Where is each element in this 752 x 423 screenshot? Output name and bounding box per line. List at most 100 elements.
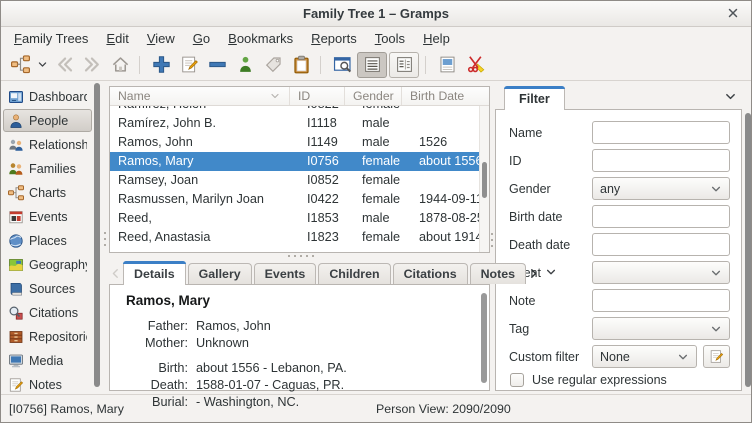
menu-family-trees[interactable]: Family Trees [5, 29, 97, 48]
cell-gender: male [362, 211, 390, 225]
sidebar-scrollbar[interactable] [94, 83, 100, 392]
dashboard-icon [8, 89, 24, 105]
column-header-birth-date[interactable]: Birth Date [401, 87, 479, 105]
tab-filter[interactable]: Filter [504, 86, 565, 110]
cell-id: I1853 [307, 211, 339, 225]
sidebar-item-label: Sources [29, 281, 76, 296]
cell-name: Reed, Anastasia [118, 230, 211, 244]
sidebar-item-geography[interactable]: Geography [3, 253, 92, 276]
filter-birth-date-label: Birth date [509, 209, 563, 224]
scrollbar-thumb[interactable] [94, 83, 100, 387]
tabs-menu-button[interactable] [545, 266, 557, 280]
titlebar[interactable]: Family Tree 1 – Gramps [1, 1, 751, 27]
fact-label: Birth: [158, 361, 188, 375]
forward-button[interactable] [79, 52, 105, 78]
tag-button[interactable] [260, 52, 286, 78]
sidebar-item-citations[interactable]: Citations [3, 301, 92, 324]
table-row[interactable]: Reed, I1853 male 1878-08-25 [110, 209, 489, 228]
grouped-view-toggle[interactable] [389, 51, 426, 78]
clipboard-button[interactable] [288, 52, 321, 78]
menu-tools[interactable]: Tools [366, 29, 414, 48]
tab-gallery[interactable]: Gallery [187, 263, 252, 284]
filter-collapse-button[interactable] [723, 90, 737, 104]
configure-view-button[interactable] [329, 52, 355, 78]
sidebar-item-charts[interactable]: Charts [3, 181, 92, 204]
edit-person-button[interactable] [176, 52, 202, 78]
sidebar-item-relationships[interactable]: Relationships [3, 133, 92, 156]
menu-edit[interactable]: Edit [97, 29, 137, 48]
menu-reports[interactable]: Reports [302, 29, 366, 48]
table-row[interactable]: Ramírez, Helen I0822 female [110, 106, 489, 114]
filter-gender-label: Gender [509, 181, 551, 196]
table-scrollbar[interactable] [479, 106, 489, 252]
sidebar-item-notes[interactable]: Notes [3, 373, 92, 396]
scrollbar-thumb[interactable] [745, 113, 751, 387]
filter-note-input[interactable] [592, 289, 730, 312]
filter-gender-select[interactable]: any [592, 177, 730, 200]
sidebar-item-places[interactable]: Places [3, 229, 92, 252]
table-row[interactable]: Reed, Anastasia I1823 female about 1914 [110, 228, 489, 247]
sidebar-item-media[interactable]: Media [3, 349, 92, 372]
back-button[interactable] [51, 52, 77, 78]
remove-person-button[interactable] [204, 52, 230, 78]
merge-person-button[interactable] [232, 52, 258, 78]
people-icon [8, 113, 24, 129]
filter-custom-filter-select[interactable]: None [592, 345, 697, 368]
sidebar-item-sources[interactable]: Sources [3, 277, 92, 300]
menu-go[interactable]: Go [184, 29, 219, 48]
tabs-scroll-right-button[interactable] [528, 265, 539, 282]
menu-bookmarks[interactable]: Bookmarks [219, 29, 302, 48]
regex-checkbox[interactable] [510, 373, 524, 387]
filter-scrollbar[interactable] [744, 111, 751, 390]
add-person-button[interactable] [148, 52, 174, 78]
tab-children[interactable]: Children [318, 263, 391, 284]
tab-citations[interactable]: Citations [392, 263, 468, 284]
table-row[interactable]: Ramírez, John B. I1118 male [110, 114, 489, 133]
edit-custom-filter-button[interactable] [703, 345, 730, 368]
table-row[interactable]: Rasmussen, Marilyn Joan I0422 female 194… [110, 190, 489, 209]
sidebar-item-families[interactable]: Families [3, 157, 92, 180]
home-button[interactable] [107, 52, 140, 78]
reports-button[interactable] [434, 52, 460, 78]
column-header-name[interactable]: Name [110, 87, 289, 105]
table-row[interactable]: Ramsey, Joan I0852 female [110, 171, 489, 190]
cell-name: Ramírez, Helen [110, 106, 299, 114]
table-row[interactable]: Ramos, Mary I0756 female about 1556 [110, 152, 489, 171]
fact-value: about 1556 - Lebanon, PA. [196, 361, 347, 375]
sidebar-item-dashboard[interactable]: Dashboard [3, 85, 92, 108]
filter-event-select[interactable] [592, 261, 730, 284]
tabs-scroll-left-button[interactable] [110, 265, 121, 282]
places-icon [8, 233, 24, 249]
edit-filter-icon [709, 349, 724, 364]
column-header-gender[interactable]: Gender [344, 87, 401, 105]
table-row[interactable]: Ramos, John I1149 male 1526 [110, 133, 489, 152]
scrollbar-thumb[interactable] [481, 293, 487, 383]
list-view-toggle[interactable] [357, 51, 387, 78]
filter-name-input[interactable] [592, 121, 730, 144]
column-header-id[interactable]: ID [289, 87, 344, 105]
cell-name: Ramos, John [118, 135, 193, 149]
filter-birth-date-input[interactable] [592, 205, 730, 228]
filter-id-input[interactable] [592, 149, 730, 172]
fact-label: Father: [147, 319, 188, 333]
view-dropdown-button[interactable] [35, 52, 49, 78]
tab-notes[interactable]: Notes [469, 263, 527, 284]
detail-scrollbar[interactable] [480, 289, 488, 387]
menu-help[interactable]: Help [414, 29, 459, 48]
tools-button[interactable] [462, 52, 488, 78]
filter-death-date-input[interactable] [592, 233, 730, 256]
menu-view[interactable]: View [138, 29, 184, 48]
tab-details[interactable]: Details [123, 261, 186, 285]
window-title: Family Tree 1 – Gramps [303, 6, 449, 21]
sidebar-item-events[interactable]: Events [3, 205, 92, 228]
sidebar-item-people[interactable]: People [3, 109, 92, 132]
filter-tag-select[interactable] [592, 317, 730, 340]
close-button[interactable] [725, 6, 741, 22]
tab-events[interactable]: Events [253, 263, 317, 284]
scrollbar-thumb[interactable] [482, 162, 487, 198]
pedigree-view-button[interactable] [7, 52, 33, 78]
person-view: Name ID Gender Birth Date Ramírez, John … [109, 86, 556, 409]
sidebar-splitter[interactable] [101, 81, 109, 394]
sidebar-item-repositories[interactable]: Repositories [3, 325, 92, 348]
column-view-icon [395, 55, 414, 74]
